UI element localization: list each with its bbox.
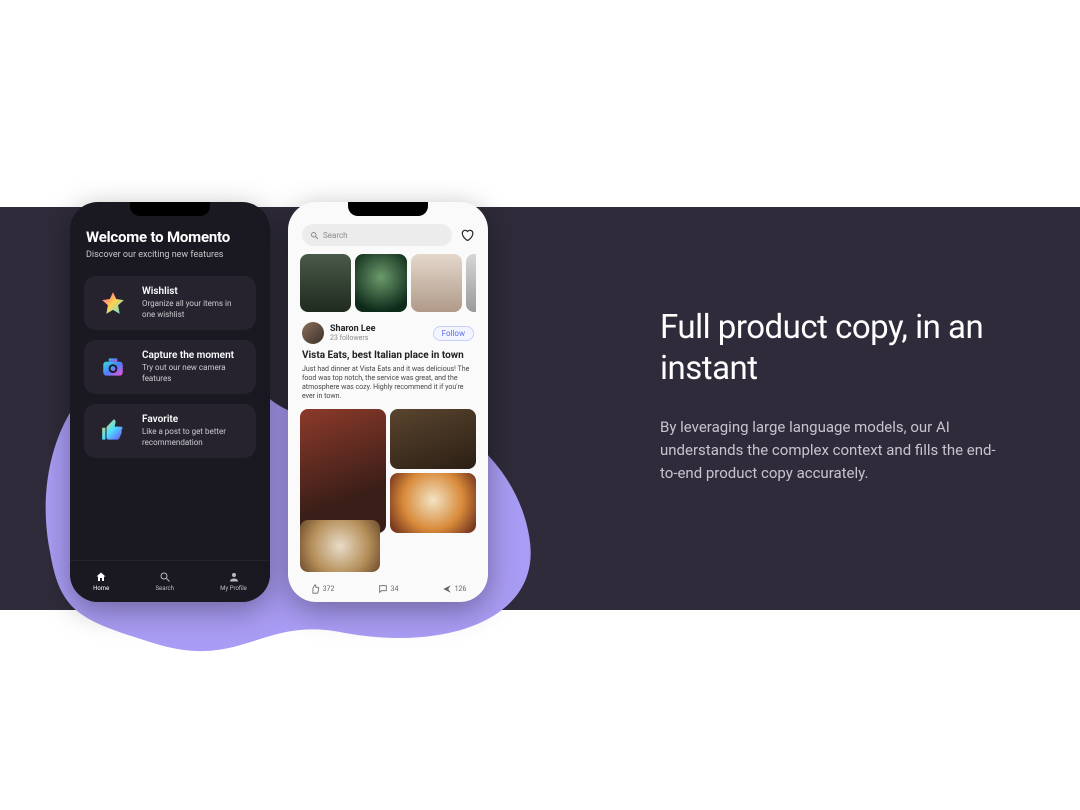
share-icon: [442, 584, 452, 594]
thumbs-up-icon: [96, 414, 130, 448]
food-image[interactable]: [300, 520, 380, 572]
food-grid: [288, 409, 488, 533]
gallery-thumb[interactable]: [466, 254, 476, 312]
feature-title: Capture the moment: [142, 350, 244, 361]
food-image[interactable]: [300, 409, 386, 533]
phone-mockups: Welcome to Momento Discover our exciting…: [70, 202, 530, 622]
nav-label: My Profile: [220, 585, 247, 592]
followers-count: 23 followers: [330, 334, 376, 342]
follow-button[interactable]: Follow: [433, 326, 474, 341]
post-title: Vista Eats, best Italian place in town: [288, 350, 488, 361]
welcome-title: Welcome to Momento: [86, 228, 254, 246]
search-placeholder: Search: [323, 231, 348, 240]
feature-desc: Like a post to get better recommendation: [142, 427, 244, 448]
star-icon: [96, 286, 130, 320]
search-icon: [159, 571, 171, 583]
hero-copy: Full product copy, in an instant By leve…: [660, 307, 1010, 485]
feature-card-favorite[interactable]: Favorite Like a post to get better recom…: [84, 404, 256, 458]
nav-label: Search: [155, 585, 173, 592]
phone-notch: [130, 202, 210, 216]
hero-heading: Full product copy, in an instant: [660, 307, 1010, 390]
image-grid: [288, 254, 488, 312]
hero-section: Welcome to Momento Discover our exciting…: [0, 207, 1080, 610]
gallery-thumb[interactable]: [411, 254, 462, 312]
search-input[interactable]: Search: [302, 224, 452, 246]
heart-icon[interactable]: [460, 228, 474, 242]
avatar[interactable]: [302, 322, 324, 344]
hero-paragraph: By leveraging large language models, our…: [660, 416, 1010, 486]
gallery-thumb[interactable]: [300, 254, 351, 312]
stat-comments[interactable]: 34: [378, 584, 399, 594]
search-icon: [310, 231, 319, 240]
profile-icon: [228, 571, 240, 583]
stat-shares[interactable]: 126: [442, 584, 467, 594]
likes-count: 372: [323, 585, 335, 593]
nav-home[interactable]: Home: [93, 571, 109, 592]
comment-icon: [378, 584, 388, 594]
bottom-nav: Home Search My Profile: [70, 560, 270, 602]
nav-search[interactable]: Search: [155, 571, 173, 592]
nav-label: Home: [93, 585, 109, 592]
feature-card-capture[interactable]: Capture the moment Try out our new camer…: [84, 340, 256, 394]
feature-title: Wishlist: [142, 286, 244, 297]
feature-card-wishlist[interactable]: Wishlist Organize all your items in one …: [84, 276, 256, 330]
shares-count: 126: [455, 585, 467, 593]
phone-notch: [348, 202, 428, 216]
camera-icon: [96, 350, 130, 384]
stat-likes[interactable]: 372: [310, 584, 335, 594]
thumb-icon: [310, 584, 320, 594]
phone-mockup-light: Search Sharon Lee 23 followers Follow Vi…: [288, 202, 488, 602]
comments-count: 34: [391, 585, 399, 593]
home-icon: [95, 571, 107, 583]
phone-mockup-dark: Welcome to Momento Discover our exciting…: [70, 202, 270, 602]
gallery-thumb[interactable]: [355, 254, 406, 312]
profile-name: Sharon Lee: [330, 324, 376, 334]
feature-title: Favorite: [142, 414, 244, 425]
welcome-subtitle: Discover our exciting new features: [86, 250, 254, 260]
feature-desc: Organize all your items in one wishlist: [142, 299, 244, 320]
food-image[interactable]: [390, 409, 476, 469]
feature-desc: Try out our new camera features: [142, 363, 244, 384]
nav-profile[interactable]: My Profile: [220, 571, 247, 592]
post-stats: 372 34 126: [288, 584, 488, 594]
food-image[interactable]: [390, 473, 476, 533]
post-body: Just had dinner at Vista Eats and it was…: [288, 361, 488, 409]
